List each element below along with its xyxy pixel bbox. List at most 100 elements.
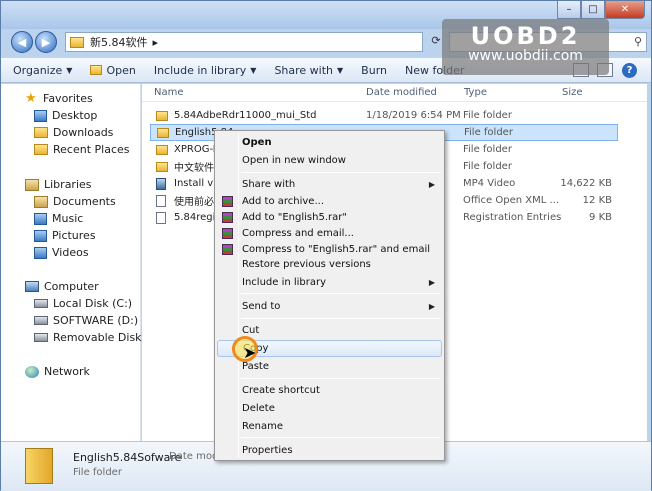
window-controls: – □ ✕ xyxy=(557,1,645,19)
menu-create-shortcut[interactable]: Create shortcut xyxy=(217,382,442,399)
file-name: 使用前必 xyxy=(174,197,214,208)
nav-software-drive[interactable]: SOFTWARE (D:) xyxy=(34,312,138,329)
nav-favorites[interactable]: ★ Favorites xyxy=(25,90,93,107)
context-menu: Open Open in new window Share with ▶ Add … xyxy=(214,130,445,461)
chevron-down-icon: ▼ xyxy=(250,65,257,75)
nav-label: Desktop xyxy=(52,109,98,122)
open-button[interactable]: Open xyxy=(90,64,136,77)
details-name: English5.84Sofware xyxy=(73,451,182,464)
burn-button[interactable]: Burn xyxy=(361,64,387,77)
submenu-arrow-icon: ▶ xyxy=(428,180,435,189)
menu-rename[interactable]: Rename xyxy=(217,418,442,435)
menu-restore-previous[interactable]: Restore previous versions xyxy=(217,256,442,273)
menu-share-with[interactable]: Share with ▶ xyxy=(217,176,442,193)
menu-compress-email[interactable]: Compress and email... xyxy=(217,225,442,242)
organize-label: Organize xyxy=(13,63,63,77)
nav-label: Favorites xyxy=(43,92,93,105)
menu-open[interactable]: Open xyxy=(217,134,442,151)
menu-delete[interactable]: Delete xyxy=(217,400,442,417)
menu-label: Add to archive... xyxy=(242,196,324,207)
menu-open-new-window[interactable]: Open in new window xyxy=(217,152,442,169)
organize-button[interactable]: Organize ▼ xyxy=(13,64,72,77)
nav-recent-places[interactable]: Recent Places xyxy=(34,141,130,158)
menu-add-to-archive[interactable]: Add to archive... xyxy=(217,193,442,210)
menu-label: Paste xyxy=(242,361,269,372)
nav-label: Local Disk (C:) xyxy=(53,297,133,310)
menu-label: Delete xyxy=(242,403,275,414)
nav-label: Computer xyxy=(44,280,99,293)
computer-icon xyxy=(25,281,39,292)
menu-separator xyxy=(241,172,441,173)
nav-documents[interactable]: Documents xyxy=(34,193,116,210)
menu-label: Cut xyxy=(242,325,260,336)
menu-include-library[interactable]: Include in library ▶ xyxy=(217,274,442,291)
column-date[interactable]: Date modified xyxy=(366,87,437,98)
menu-properties[interactable]: Properties xyxy=(217,442,442,459)
nav-local-disk[interactable]: Local Disk (C:) xyxy=(34,295,132,312)
menu-separator xyxy=(241,293,441,294)
menu-add-to-rar[interactable]: Add to "English5.rar" xyxy=(217,209,442,226)
menu-label: Send to xyxy=(242,301,281,312)
menu-separator xyxy=(241,378,441,379)
column-size[interactable]: Size xyxy=(562,87,583,98)
file-row[interactable]: 5.84AdbeRdr11000_mui_Std 1/18/2019 6:54 … xyxy=(150,107,618,124)
nav-computer[interactable]: Computer xyxy=(25,278,99,295)
menu-send-to[interactable]: Send to ▶ xyxy=(217,298,442,315)
nav-network[interactable]: Network xyxy=(25,363,90,380)
share-with-button[interactable]: Share with ▼ xyxy=(274,64,343,77)
recent-places-icon xyxy=(34,144,48,155)
nav-pictures[interactable]: Pictures xyxy=(34,227,96,244)
nav-downloads[interactable]: Downloads xyxy=(34,124,113,141)
file-size: 12 KB xyxy=(582,195,612,206)
forward-button[interactable]: ▶ xyxy=(35,31,57,53)
nav-desktop[interactable]: Desktop xyxy=(34,107,97,124)
downloads-icon xyxy=(34,127,48,138)
drive-icon xyxy=(34,299,48,308)
column-type[interactable]: Type xyxy=(464,87,487,98)
menu-label: Add to "English5.rar" xyxy=(242,212,347,223)
file-size: 14,622 KB xyxy=(560,178,612,189)
nav-label: Network xyxy=(44,365,90,378)
close-button[interactable]: ✕ xyxy=(605,1,645,19)
folder-icon xyxy=(157,127,169,138)
menu-label: Compress and email... xyxy=(242,228,354,239)
column-name[interactable]: Name xyxy=(154,87,184,98)
star-icon: ★ xyxy=(25,91,37,106)
include-library-button[interactable]: Include in library ▼ xyxy=(154,64,257,77)
open-icon xyxy=(90,65,103,75)
burn-label: Burn xyxy=(361,63,387,77)
nav-label: Downloads xyxy=(53,126,114,139)
network-icon xyxy=(25,365,39,378)
watermark: UOBD2 www.uobdii.com xyxy=(442,19,609,75)
share-with-label: Share with xyxy=(274,63,334,77)
nav-label: SOFTWARE (D:) xyxy=(53,314,139,327)
menu-label: Compress to "English5.rar" and email xyxy=(242,244,430,255)
address-bar[interactable]: 新5.84软件 ▸ xyxy=(65,32,423,52)
menu-label: Include in library xyxy=(242,277,327,288)
file-name: 5.84AdbeRdr11000_mui_Std xyxy=(174,110,317,121)
minimize-button[interactable]: – xyxy=(557,1,581,19)
drive-icon xyxy=(34,316,48,325)
back-button[interactable]: ◀ xyxy=(11,31,33,53)
breadcrumb-folder[interactable]: 新5.84软件 xyxy=(90,34,148,50)
nav-libraries[interactable]: Libraries xyxy=(25,176,92,193)
breadcrumb-arrow[interactable]: ▸ xyxy=(153,36,159,49)
music-icon xyxy=(34,212,47,225)
file-size: 9 KB xyxy=(589,212,612,223)
menu-label: Open in new window xyxy=(242,155,346,166)
maximize-button[interactable]: □ xyxy=(581,1,605,19)
submenu-arrow-icon: ▶ xyxy=(428,278,435,287)
menu-separator xyxy=(241,318,441,319)
menu-label: Restore previous versions xyxy=(242,259,371,270)
menu-label: Rename xyxy=(242,421,284,432)
submenu-arrow-icon: ▶ xyxy=(428,302,435,311)
nav-videos[interactable]: Videos xyxy=(34,244,89,261)
libraries-icon xyxy=(25,178,39,191)
menu-label: Properties xyxy=(242,445,293,456)
file-type: File folder xyxy=(463,144,512,155)
chevron-down-icon: ▼ xyxy=(66,65,73,75)
help-icon[interactable]: ? xyxy=(622,63,637,78)
file-type: Registration Entries xyxy=(463,212,562,223)
nav-music[interactable]: Music xyxy=(34,210,83,227)
file-type: File folder xyxy=(464,127,513,138)
